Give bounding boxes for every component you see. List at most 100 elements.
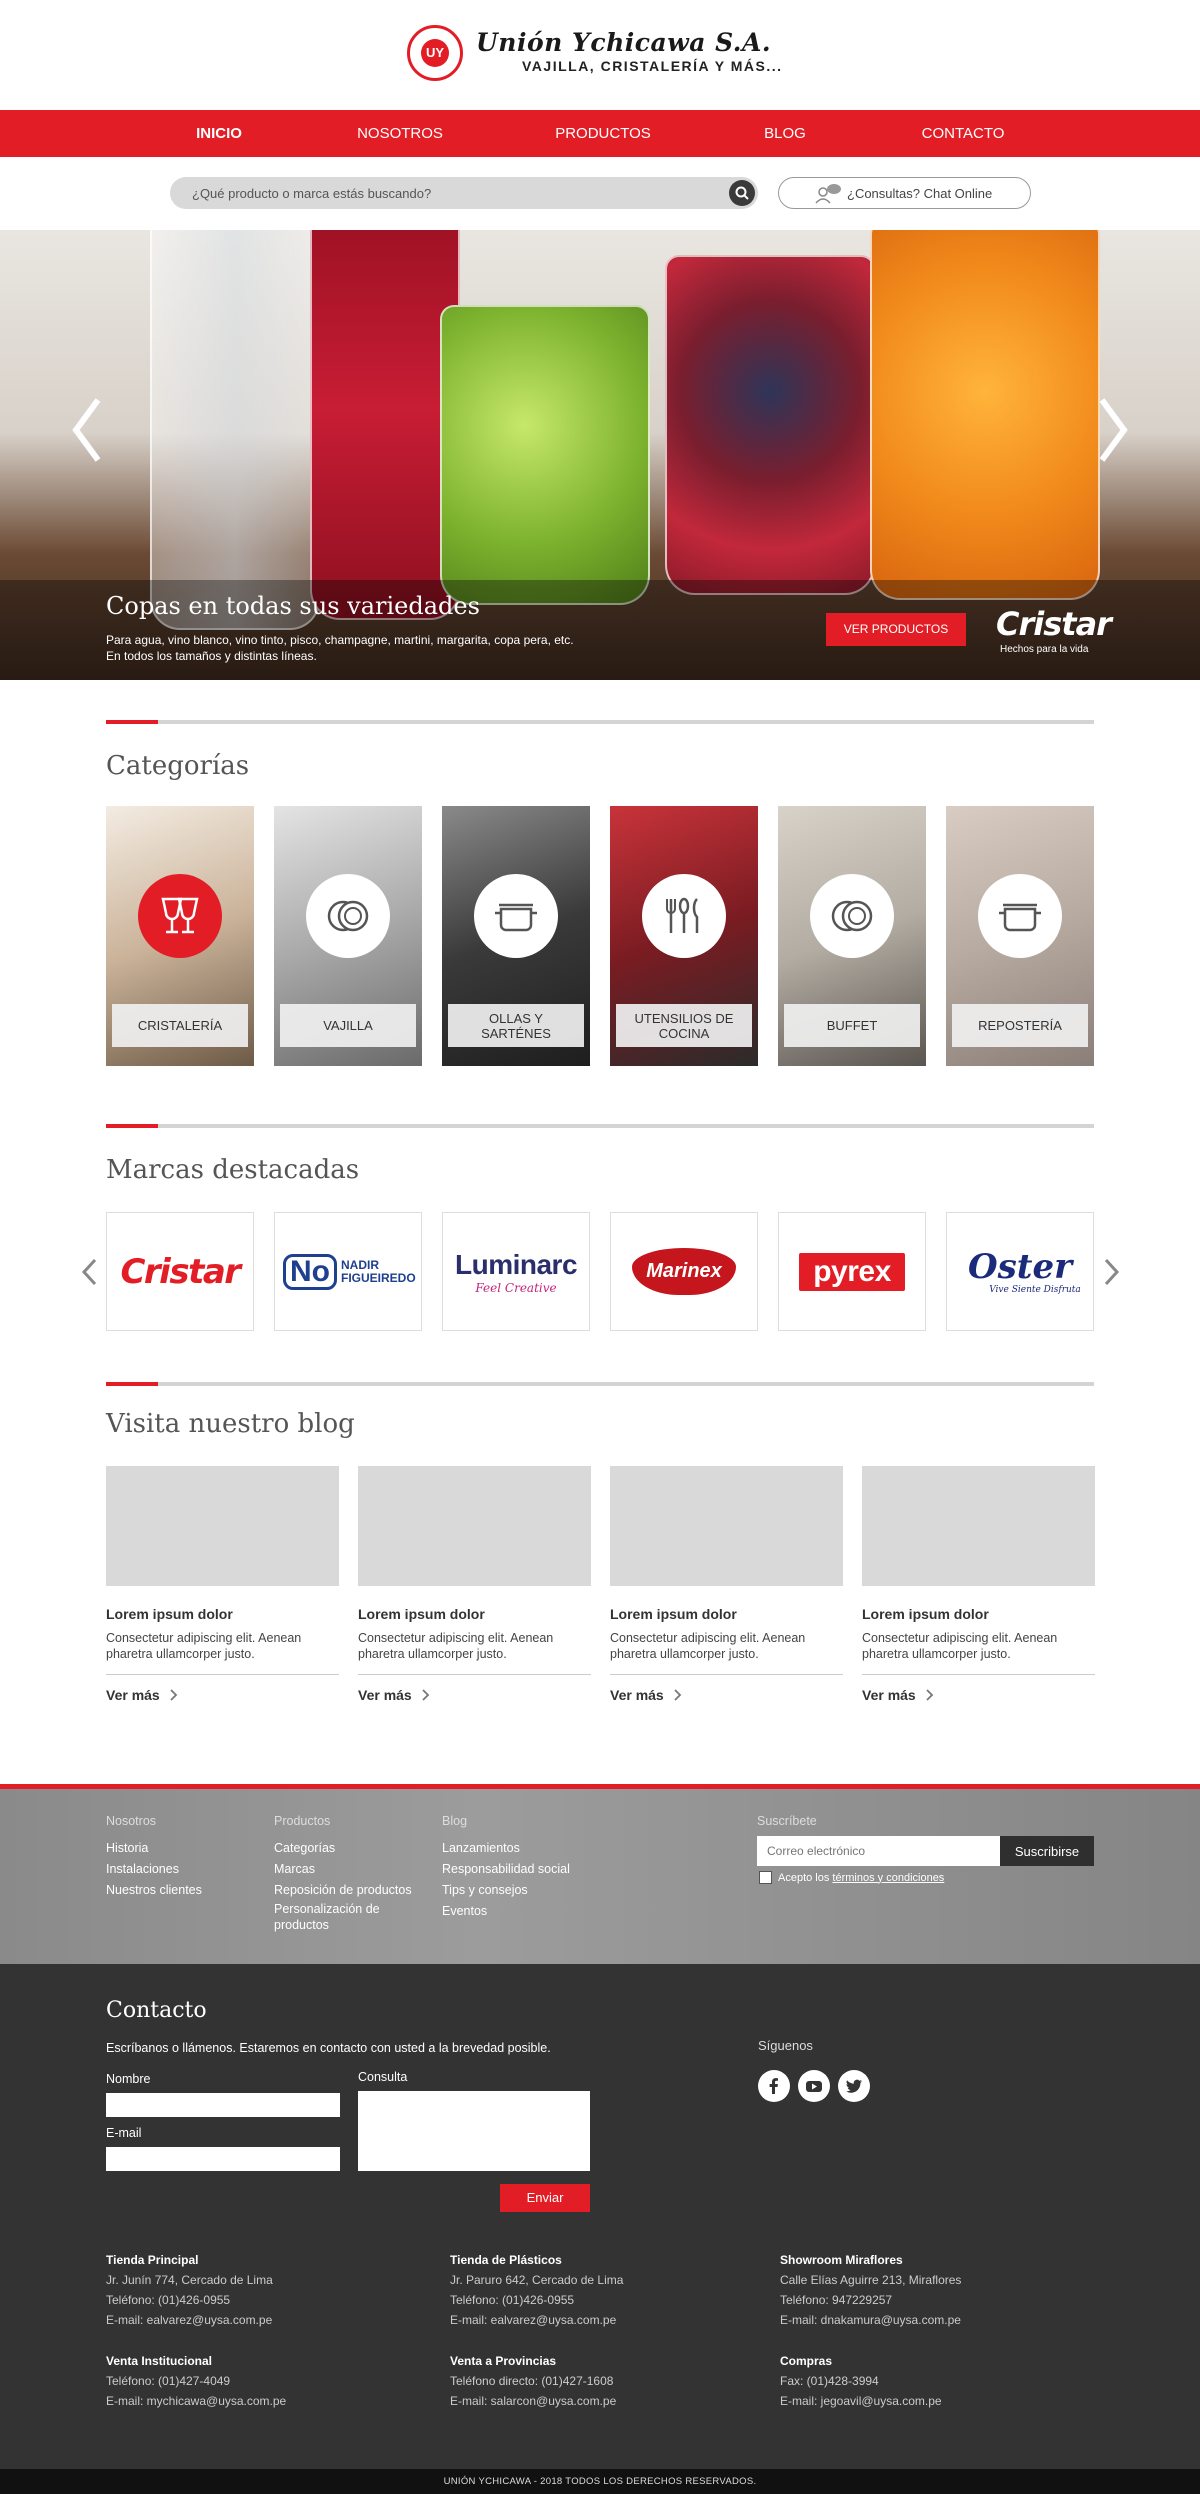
brand-oster[interactable]: Oster Vive Siente Disfruta [946,1212,1094,1331]
brand-logo-text: pyrex [813,1254,891,1288]
query-field[interactable] [358,2091,590,2171]
category-cristaleria[interactable]: CRISTALERÍA [106,806,254,1066]
brands-next-arrow-icon[interactable] [1101,1258,1121,1286]
search-button[interactable] [729,180,755,206]
footer-link[interactable]: Historia [106,1838,266,1859]
divider [106,1674,339,1675]
hero-prev-arrow-icon[interactable] [68,395,108,465]
brand-pyrex[interactable]: pyrex [778,1212,926,1331]
company-seal-logo[interactable]: UY [407,25,463,81]
send-button[interactable]: Enviar [500,2184,590,2212]
store-line[interactable]: E-mail: salarcon@uysa.com.pe [450,2391,616,2411]
category-utensilios[interactable]: UTENSILIOS DE COCINA [610,806,758,1066]
brand-cristar[interactable]: Cristar [106,1212,254,1331]
chat-user-icon [815,184,841,204]
blog-post-image[interactable] [862,1466,1095,1586]
blog-post-image[interactable] [106,1466,339,1586]
footer-link[interactable]: Lanzamientos [442,1838,602,1859]
footer-link[interactable]: Tips y consejos [442,1880,602,1901]
store-line[interactable]: E-mail: jegoavil@uysa.com.pe [780,2391,942,2411]
twitter-link[interactable] [838,2070,870,2102]
store-line: Jr. Paruro 642, Cercado de Lima [450,2273,624,2287]
hero-glass-image [870,230,1100,600]
subscribe-button[interactable]: Suscribirse [1000,1836,1094,1866]
blog-title: Visita nuestro blog [106,1409,355,1439]
ver-productos-button[interactable]: VER PRODUCTOS [826,613,966,646]
nav-blog[interactable]: BLOG [764,110,806,157]
terms-checkbox[interactable] [759,1871,772,1884]
brands-prev-arrow-icon[interactable] [80,1258,100,1286]
cutlery-icon [666,897,699,933]
wine-glasses-icon [161,897,199,934]
chevron-right-icon [925,1689,933,1701]
terms-link[interactable]: términos y condiciones [832,1872,944,1884]
ver-mas-link[interactable]: Ver más [358,1687,591,1703]
store-line: Teléfono directo: (01)427-1608 [450,2374,614,2388]
brand-nadir-figueiredo[interactable]: No NADIR FIGUEIREDO [274,1212,422,1331]
blog-post-title[interactable]: Lorem ipsum dolor [106,1606,339,1622]
hero-next-arrow-icon[interactable] [1092,395,1132,465]
footer-link[interactable]: Categorías [274,1838,434,1859]
ver-mas-link[interactable]: Ver más [610,1687,843,1703]
ver-mas-link[interactable]: Ver más [862,1687,1095,1703]
email-field[interactable] [106,2147,340,2171]
divider [862,1674,1095,1675]
blog-post-title[interactable]: Lorem ipsum dolor [862,1606,1095,1622]
brand-logo-text: Marinex [646,1260,722,1282]
brand-luminarc[interactable]: Luminarc Feel Creative [442,1212,590,1331]
store-line[interactable]: E-mail: ealvarez@uysa.com.pe [106,2310,273,2330]
cristar-logo: Cristar [996,605,1112,643]
footer-link[interactable]: Nuestros clientes [106,1880,266,1901]
newsletter-email-input[interactable] [757,1836,1000,1866]
footer-link[interactable]: Marcas [274,1859,434,1880]
blog-post-title[interactable]: Lorem ipsum dolor [358,1606,591,1622]
blog-post-image[interactable] [358,1466,591,1586]
newsletter-form: Suscribirse [757,1836,1094,1866]
nav-productos[interactable]: PRODUCTOS [555,110,651,157]
store-line[interactable]: E-mail: mychicawa@uysa.com.pe [106,2391,286,2411]
store-info: Venta Institucional Teléfono: (01)427-40… [106,2351,286,2411]
youtube-link[interactable] [798,2070,830,2102]
terms-label: Acepto los términos y condiciones [778,1872,944,1884]
hero-subtitle: Para agua, vino blanco, vino tinto, pisc… [106,632,666,664]
nav-nosotros[interactable]: NOSOTROS [357,110,443,157]
hero-slider: Copas en todas sus variedades Para agua,… [0,230,1200,680]
plate-icon [831,900,873,932]
search-input[interactable] [170,177,710,209]
category-icon-circle [306,874,390,958]
brand-logo-text: Oster [967,1246,1072,1287]
blog-post-excerpt: Consectetur adipiscing elit. Aenean phar… [862,1631,1058,1661]
footer-link[interactable]: Instalaciones [106,1859,266,1880]
blog-post-image[interactable] [610,1466,843,1586]
divider [610,1674,843,1675]
category-icon-circle [138,874,222,958]
brand-logo-tagline: Vive Siente Disfruta [989,1284,1081,1295]
brand-name[interactable]: Unión Ychicawa S.A. [476,28,771,57]
store-line[interactable]: E-mail: ealvarez@uysa.com.pe [450,2310,623,2330]
footer-link[interactable]: Reposición de productos [274,1880,434,1901]
nav-contacto[interactable]: CONTACTO [922,110,1005,157]
hero-glass-image [150,230,320,630]
ver-mas-label: Ver más [358,1687,412,1703]
facebook-link[interactable] [758,2070,790,2102]
brand-logo-text: Luminarc [454,1248,578,1280]
search-icon [735,186,749,200]
nav-inicio[interactable]: INICIO [196,110,242,157]
name-field[interactable] [106,2093,340,2117]
store-line[interactable]: E-mail: dnakamura@uysa.com.pe [780,2310,961,2330]
category-vajilla[interactable]: VAJILLA [274,806,422,1066]
blog-post-title[interactable]: Lorem ipsum dolor [610,1606,843,1622]
category-buffet[interactable]: BUFFET [778,806,926,1066]
chat-online-button[interactable]: ¿Consultas? Chat Online [778,177,1031,209]
footer-link[interactable]: Eventos [442,1901,602,1922]
category-reposteria[interactable]: REPOSTERÍA [946,806,1094,1066]
footer-link[interactable]: Responsabilidad social [442,1859,602,1880]
category-icon-circle [474,874,558,958]
ver-mas-link[interactable]: Ver más [106,1687,339,1703]
footer-link[interactable]: Personalización de productos [274,1901,399,1933]
category-ollas[interactable]: OLLAS Y SARTÉNES [442,806,590,1066]
brands-title: Marcas destacadas [106,1155,360,1185]
brand-marinex[interactable]: Marinex [610,1212,758,1331]
cristar-tagline: Hechos para la vida [1000,644,1089,655]
footer-col-heading: Suscríbete [757,1814,817,1828]
